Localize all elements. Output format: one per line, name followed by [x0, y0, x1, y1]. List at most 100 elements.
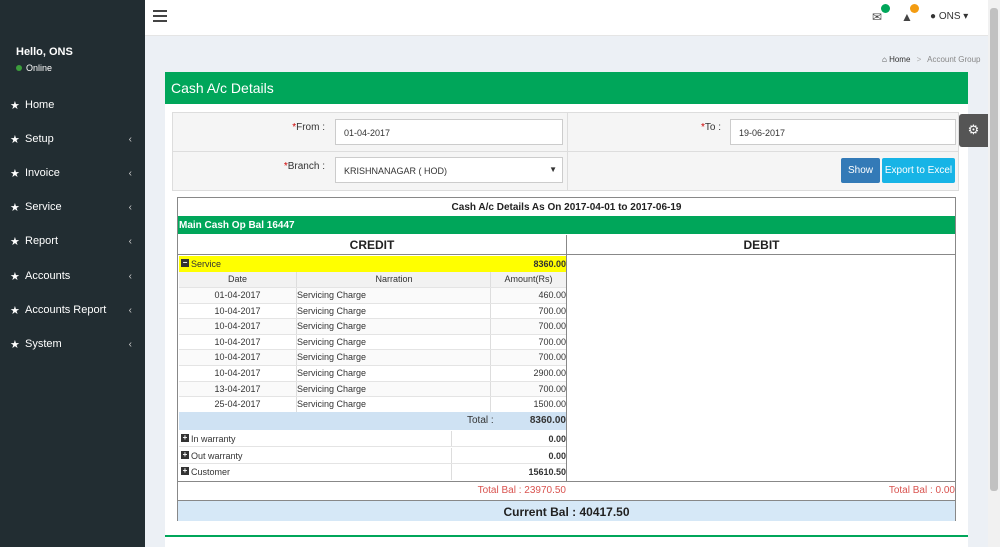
filter-row-dates: *From : 01-04-2017 *To : 19-06-2017 [172, 112, 959, 152]
row-amount: 700.00 [538, 352, 566, 363]
service-total-row: Total : 8360.00 [179, 412, 566, 430]
user-menu[interactable]: ● ONS ▾ [930, 11, 968, 22]
row-narration: Servicing Charge [297, 368, 367, 378]
star-icon: ★ [10, 133, 20, 146]
balance-divider [178, 481, 955, 482]
group-amount: 0.00 [548, 451, 566, 461]
table-row: 10-04-2017 Servicing Charge 2900.00 [179, 366, 566, 382]
row-date: 10-04-2017 [214, 368, 261, 378]
row-date: 10-04-2017 [214, 336, 261, 347]
cash-report: Cash A/c Details As On 2017-04-01 to 201… [177, 197, 956, 521]
credit-total-balance: Total Bal : 23970.50 [477, 485, 566, 496]
row-amount: 700.00 [538, 305, 566, 316]
expand-icon[interactable]: + [181, 434, 189, 442]
table-row: 01-04-2017 Servicing Charge 460.00 [179, 288, 566, 304]
row-date: 10-04-2017 [214, 305, 261, 316]
hamburger-icon[interactable] [153, 10, 167, 22]
table-row: 10-04-2017 Servicing Charge 700.00 [179, 319, 566, 335]
star-icon: ★ [10, 167, 20, 180]
breadcrumb-current: Account Group [927, 55, 981, 64]
row-date: 01-04-2017 [214, 290, 261, 300]
row-narration: Servicing Charge [297, 352, 367, 363]
table-row: 10-04-2017 Servicing Charge 700.00 [179, 350, 566, 366]
credit-header: CREDIT [178, 235, 566, 255]
debit-header: DEBIT [567, 235, 956, 255]
branch-select-value: KRISHNANAGAR ( HOD) [344, 166, 448, 176]
sidebar-item-accounts[interactable]: ★ Accounts ‹ [0, 261, 145, 291]
scrollbar-thumb[interactable] [990, 8, 998, 491]
group-name: Out warranty [191, 451, 243, 461]
row-amount: 700.00 [538, 336, 566, 347]
star-icon: ★ [10, 235, 20, 248]
mail-badge [881, 4, 890, 13]
warning-badge [910, 4, 919, 13]
row-narration: Servicing Charge [297, 399, 367, 410]
mail-icon[interactable]: ✉ [872, 10, 882, 24]
amount-header: Amount(Rs) [504, 274, 553, 284]
sidebar-item-label: System [25, 338, 62, 350]
row-date: 10-04-2017 [214, 352, 261, 363]
date-header: Date [227, 274, 247, 284]
group-name: In warranty [191, 434, 236, 444]
row-narration: Servicing Charge [297, 321, 367, 332]
detail-header-row: Date Narration Amount(Rs) [179, 272, 566, 288]
star-icon: ★ [10, 304, 20, 317]
row-amount: 700.00 [538, 321, 566, 332]
star-icon: ★ [10, 201, 20, 214]
sidebar-item-setup[interactable]: ★ Setup ‹ [0, 124, 145, 154]
scrollbar[interactable] [988, 0, 1000, 547]
expand-icon[interactable]: + [181, 451, 189, 459]
chevron-left-icon: ‹ [128, 235, 132, 247]
expand-icon[interactable]: + [181, 467, 189, 475]
divider [567, 113, 568, 151]
row-amount: 2900.00 [533, 368, 566, 378]
row-date: 10-04-2017 [214, 321, 261, 332]
current-balance: Current Bal : 40417.50 [178, 500, 955, 521]
group-row-in-warranty[interactable]: + In warranty 0.00 [179, 431, 566, 447]
sidebar-item-report[interactable]: ★ Report ‹ [0, 226, 145, 256]
sidebar-item-invoice[interactable]: ★ Invoice ‹ [0, 158, 145, 188]
user-status: Online [16, 63, 145, 73]
sidebar-item-label: Report [25, 235, 59, 247]
group-amount: 8360.00 [533, 259, 566, 269]
from-label: *From : [292, 122, 325, 133]
report-title: Cash A/c Details As On 2017-04-01 to 201… [451, 202, 682, 213]
group-name: Customer [191, 467, 231, 477]
show-button[interactable]: Show [841, 158, 880, 183]
sidebar-item-system[interactable]: ★ System ‹ [0, 329, 145, 359]
group-amount: 15610.50 [528, 467, 566, 477]
to-date-input[interactable]: 19-06-2017 [730, 119, 956, 145]
from-date-input[interactable]: 01-04-2017 [335, 119, 563, 145]
collapse-icon[interactable]: − [181, 259, 189, 267]
user-icon: ● [930, 11, 937, 22]
sidebar-item-label: Home [25, 99, 55, 111]
breadcrumb-home[interactable]: Home [889, 55, 910, 64]
breadcrumb: ⌂ Home > Account Group [882, 55, 980, 64]
user-menu-label: ONS [938, 11, 961, 22]
sidebar-item-label: Accounts [25, 270, 71, 282]
group-row-service[interactable]: − Service 8360.00 [179, 256, 566, 272]
topbar: ✉ ▲ ● ONS ▾ [145, 0, 988, 36]
user-status-label: Online [26, 63, 53, 73]
sidebar-item-service[interactable]: ★ Service ‹ [0, 192, 145, 222]
gear-icon[interactable]: ⚙ [959, 114, 988, 147]
chevron-left-icon: ‹ [128, 338, 132, 350]
page-title: Cash A/c Details [165, 72, 968, 104]
row-narration: Servicing Charge [297, 383, 367, 394]
row-date: 25-04-2017 [214, 399, 261, 410]
sidebar-item-accounts-report[interactable]: ★ Accounts Report ‹ [0, 295, 145, 325]
sidebar-item-home[interactable]: ★ Home [0, 90, 145, 120]
branch-select[interactable]: KRISHNANAGAR ( HOD) ▼ [335, 157, 563, 183]
user-greeting: Hello, ONS [16, 46, 73, 58]
sidebar-item-label: Accounts Report [25, 304, 107, 316]
chevron-left-icon: ‹ [128, 270, 132, 282]
group-row-out-warranty[interactable]: + Out warranty 0.00 [179, 448, 566, 464]
row-amount: 700.00 [538, 383, 566, 394]
table-row: 10-04-2017 Servicing Charge 700.00 [179, 303, 566, 320]
export-excel-button[interactable]: Export to Excel [882, 158, 955, 183]
group-name: Service [191, 259, 222, 269]
row-date: 13-04-2017 [214, 383, 261, 394]
online-dot-icon [16, 65, 22, 71]
opening-balance: Main Cash Op Bal 16447 [178, 216, 955, 234]
group-row-customer[interactable]: + Customer 15610.50 [179, 464, 566, 480]
